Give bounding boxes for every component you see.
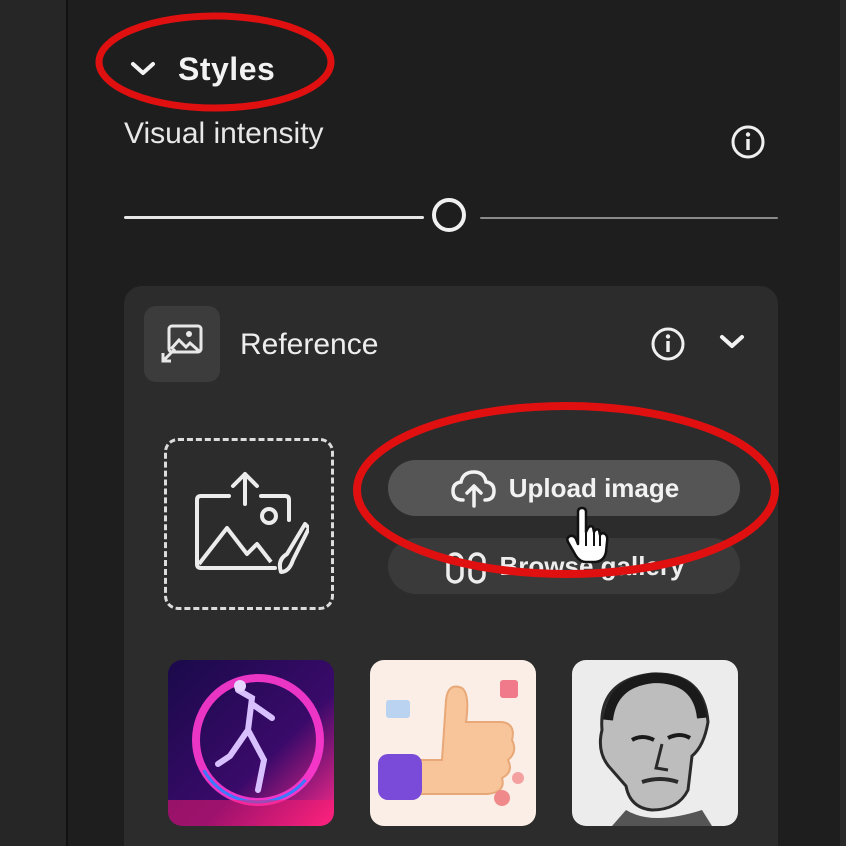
info-icon[interactable] bbox=[650, 326, 686, 362]
styles-title: Styles bbox=[178, 50, 276, 87]
styles-section-header[interactable]: Styles bbox=[128, 44, 275, 94]
chevron-down-icon bbox=[128, 57, 158, 81]
neon-dancer-thumbnail[interactable] bbox=[168, 660, 334, 826]
styles-panel: Styles Visual intensity Reference Upload… bbox=[0, 0, 846, 846]
image-dropzone[interactable] bbox=[164, 438, 334, 610]
slider-track bbox=[480, 217, 778, 219]
image-upload-icon bbox=[195, 472, 309, 574]
browse-gallery-button[interactable]: Browse gallery bbox=[388, 538, 740, 594]
chevron-down-icon[interactable] bbox=[718, 332, 746, 352]
hand-cursor-icon bbox=[566, 506, 610, 569]
slider-thumb[interactable] bbox=[432, 198, 466, 232]
left-toolbar-strip bbox=[0, 0, 68, 846]
info-icon[interactable] bbox=[730, 124, 766, 160]
image-reference-icon bbox=[144, 306, 220, 382]
3d-thumbs-up-thumbnail[interactable] bbox=[370, 660, 536, 826]
visual-intensity-label: Visual intensity bbox=[124, 117, 324, 150]
reference-label: Reference bbox=[240, 328, 379, 361]
reference-gallery bbox=[168, 660, 738, 828]
slider-track-filled bbox=[124, 216, 424, 219]
visual-intensity-slider[interactable] bbox=[124, 192, 778, 244]
cloud-upload-icon bbox=[450, 470, 496, 508]
reference-card: Reference Upload image Browse gallery bbox=[124, 286, 778, 846]
engraved-portrait-thumbnail[interactable] bbox=[572, 660, 738, 826]
binoculars-icon bbox=[445, 552, 486, 584]
upload-image-button[interactable]: Upload image bbox=[388, 460, 740, 516]
upload-image-label: Upload image bbox=[508, 472, 680, 503]
